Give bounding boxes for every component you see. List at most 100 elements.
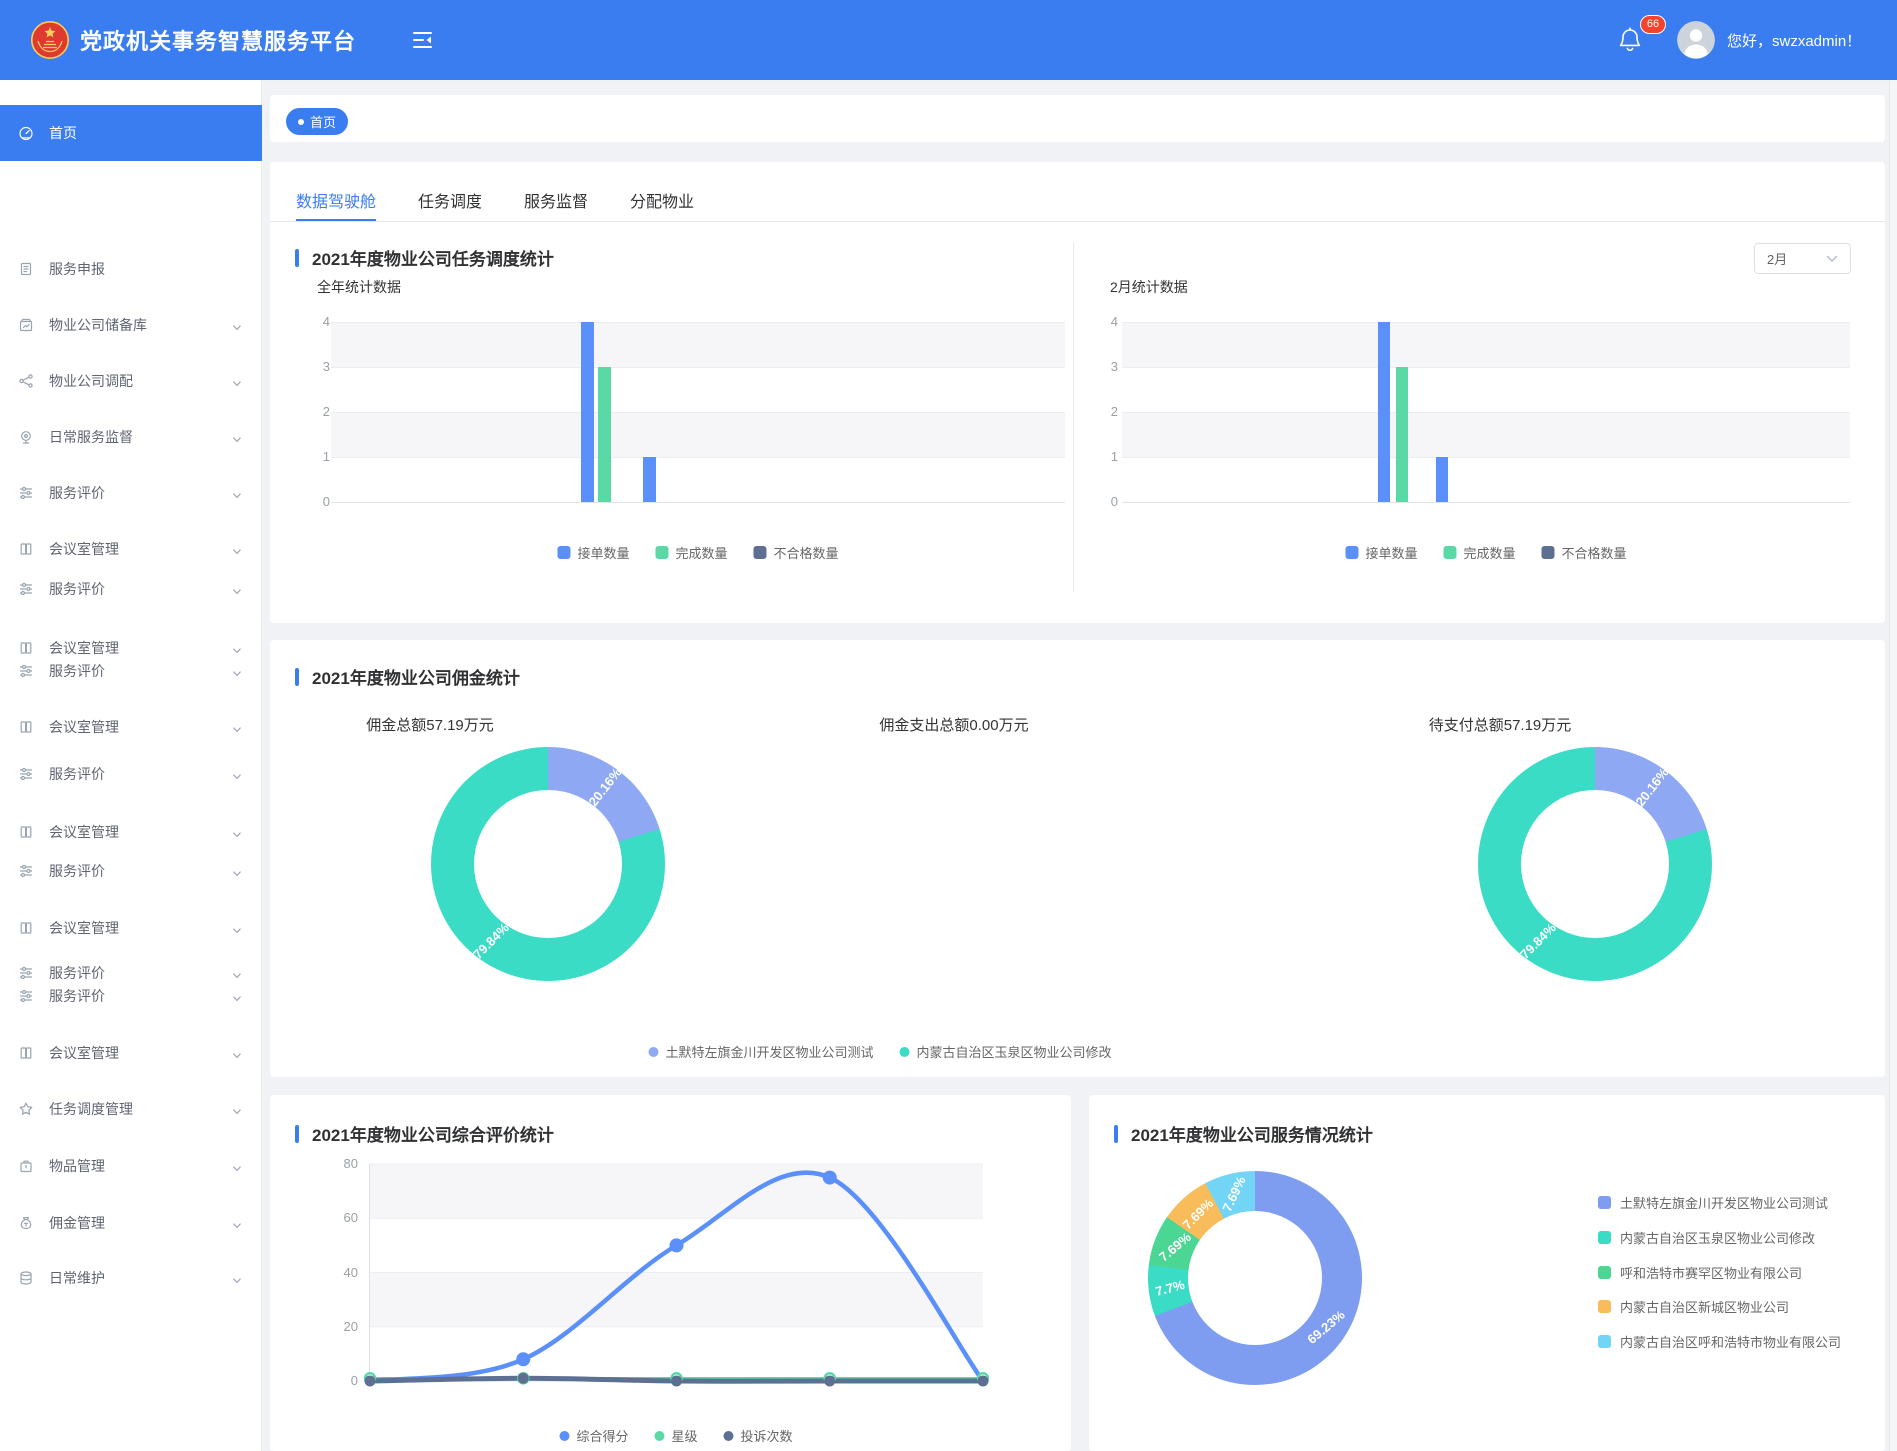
national-emblem-logo bbox=[30, 20, 70, 60]
y-axis-tick: 1 bbox=[1084, 449, 1118, 464]
plot-band bbox=[1122, 412, 1850, 457]
sidebar-item-任务调度管理-18[interactable]: 任务调度管理 bbox=[0, 1091, 262, 1127]
legend-item[interactable]: 综合得分 bbox=[559, 1426, 628, 1445]
gauge-icon bbox=[18, 125, 34, 141]
month-select-value: 2月 bbox=[1767, 249, 1787, 268]
notification-bell-icon[interactable] bbox=[1618, 26, 1642, 54]
y-axis-tick: 40 bbox=[324, 1265, 358, 1280]
sidebar-item-物业公司调配-3[interactable]: 物业公司调配 bbox=[0, 363, 262, 399]
sidebar-item-会议室管理-14[interactable]: 会议室管理 bbox=[0, 910, 262, 946]
bar-完成数量 bbox=[1396, 367, 1408, 502]
plot-band bbox=[331, 412, 1065, 457]
doc-icon bbox=[18, 261, 34, 277]
legend-item[interactable]: 投诉次数 bbox=[724, 1426, 793, 1445]
chart-subtitle-month: 2月统计数据 bbox=[1110, 277, 1188, 297]
sidebar-item-label: 服务评价 bbox=[49, 986, 232, 1006]
month-select[interactable]: 2月 bbox=[1754, 243, 1851, 274]
chevron-down-icon bbox=[232, 584, 242, 594]
legend-item[interactable]: 不合格数量 bbox=[754, 543, 839, 562]
chevron-down-icon bbox=[232, 769, 242, 779]
menu-fold-icon[interactable] bbox=[412, 30, 434, 50]
sidebar-item-日常维护-21[interactable]: 日常维护 bbox=[0, 1260, 262, 1296]
sidebar-item-佣金管理-20[interactable]: 佣金管理 bbox=[0, 1205, 262, 1241]
legend-item[interactable]: 完成数量 bbox=[655, 543, 727, 562]
sidebar-item-服务申报-1[interactable]: 服务申报 bbox=[0, 251, 262, 287]
legend-item[interactable]: 内蒙古自治区呼和浩特市物业有限公司 bbox=[1598, 1332, 1841, 1351]
commission-donut-right-hole bbox=[1521, 790, 1669, 938]
gridline bbox=[1122, 322, 1850, 323]
legend-marker-icon bbox=[655, 546, 668, 559]
gridline bbox=[331, 367, 1065, 368]
breadcrumb[interactable]: 首页 bbox=[286, 108, 348, 135]
app-root: 党政机关事务智慧服务平台 66 您好，swzxadmin！ 首页服务申报物业公 bbox=[0, 0, 1897, 1451]
sidebar-item-物业公司储备库-2[interactable]: 物业公司储备库 bbox=[0, 307, 262, 343]
sidebar-item-label: 任务调度管理 bbox=[49, 1099, 232, 1119]
stat-commission-pending: 待支付总额57.19万元 bbox=[1429, 714, 1572, 735]
chevron-down-icon bbox=[232, 722, 242, 732]
y-axis-tick: 4 bbox=[1084, 314, 1118, 329]
legend-item[interactable]: 土默特左旗金川开发区物业公司测试 bbox=[1598, 1193, 1828, 1212]
plot-band bbox=[331, 322, 1065, 367]
legend-marker-icon bbox=[1598, 1266, 1611, 1279]
legend-item[interactable]: 内蒙古自治区玉泉区物业公司修改 bbox=[1598, 1228, 1815, 1247]
legend-item[interactable]: 土默特左旗金川开发区物业公司测试 bbox=[648, 1042, 873, 1061]
sliders-icon bbox=[18, 863, 34, 879]
sidebar-item-label: 物业公司调配 bbox=[49, 371, 232, 391]
gridline bbox=[331, 322, 1065, 323]
sidebar-item-服务评价-13[interactable]: 服务评价 bbox=[0, 853, 262, 889]
gridline bbox=[1122, 502, 1850, 503]
legend-item[interactable]: 接单数量 bbox=[1345, 543, 1417, 562]
commission-legend: 土默特左旗金川开发区物业公司测试 内蒙古自治区玉泉区物业公司修改 bbox=[648, 1042, 1111, 1061]
y-axis-tick: 2 bbox=[296, 404, 330, 419]
legend-item[interactable]: 内蒙古自治区玉泉区物业公司修改 bbox=[900, 1042, 1112, 1061]
sidebar-item-服务评价-11[interactable]: 服务评价 bbox=[0, 756, 262, 792]
user-avatar[interactable] bbox=[1677, 21, 1715, 59]
sidebar-item-服务评价-9[interactable]: 服务评价 bbox=[0, 653, 262, 689]
scrollbar-track[interactable] bbox=[1889, 80, 1897, 1451]
chevron-down-icon bbox=[232, 1104, 242, 1114]
tab-数据驾驶舱[interactable]: 数据驾驶舱 bbox=[296, 178, 376, 221]
y-axis-tick: 80 bbox=[324, 1156, 358, 1171]
sidebar-nav: 首页服务申报物业公司储备库物业公司调配日常服务监督服务评价会议室管理服务评价会议… bbox=[0, 80, 262, 1451]
legend-item[interactable]: 接单数量 bbox=[557, 543, 629, 562]
tab-bar-divider bbox=[270, 221, 1885, 222]
notification-badge: 66 bbox=[1640, 15, 1666, 34]
legend-item[interactable]: 呼和浩特市赛罕区物业有限公司 bbox=[1598, 1263, 1802, 1282]
legend-label: 投诉次数 bbox=[741, 1426, 793, 1445]
sidebar-item-日常服务监督-4[interactable]: 日常服务监督 bbox=[0, 419, 262, 455]
sidebar-item-label: 服务评价 bbox=[49, 483, 232, 503]
tab-分配物业[interactable]: 分配物业 bbox=[630, 178, 694, 221]
y-axis-tick: 2 bbox=[1084, 404, 1118, 419]
moneybag-icon bbox=[18, 1215, 34, 1231]
sidebar-item-物品管理-19[interactable]: 物品管理 bbox=[0, 1148, 262, 1184]
legend-marker-icon bbox=[654, 1431, 664, 1441]
legend-item[interactable]: 星级 bbox=[654, 1426, 697, 1445]
title-accent-bar bbox=[295, 1125, 299, 1143]
bar-接单数量 bbox=[581, 322, 594, 502]
app-title: 党政机关事务智慧服务平台 bbox=[80, 0, 356, 80]
legend-item[interactable]: 完成数量 bbox=[1443, 543, 1515, 562]
legend-item[interactable]: 不合格数量 bbox=[1542, 543, 1627, 562]
sidebar-item-会议室管理-6[interactable]: 会议室管理 bbox=[0, 531, 262, 567]
sidebar-item-服务评价-7[interactable]: 服务评价 bbox=[0, 571, 262, 607]
sidebar-item-会议室管理-10[interactable]: 会议室管理 bbox=[0, 709, 262, 745]
bar-完成数量 bbox=[598, 367, 611, 502]
sidebar-item-会议室管理-12[interactable]: 会议室管理 bbox=[0, 814, 262, 850]
breadcrumb-label: 首页 bbox=[310, 112, 336, 131]
tab-服务监督[interactable]: 服务监督 bbox=[524, 178, 588, 221]
y-axis-tick: 0 bbox=[324, 1373, 358, 1388]
commission-donut-left-hole bbox=[474, 790, 622, 938]
sidebar-item-会议室管理-17[interactable]: 会议室管理 bbox=[0, 1035, 262, 1071]
y-axis-tick: 4 bbox=[296, 314, 330, 329]
sidebar-item-label: 服务评价 bbox=[49, 764, 232, 784]
chevron-down-icon bbox=[232, 827, 242, 837]
sliders-icon bbox=[18, 988, 34, 1004]
sidebar-item-服务评价-5[interactable]: 服务评价 bbox=[0, 475, 262, 511]
legend-label: 内蒙古自治区玉泉区物业公司修改 bbox=[1620, 1228, 1815, 1247]
tab-任务调度[interactable]: 任务调度 bbox=[418, 178, 482, 221]
sidebar-item-label: 会议室管理 bbox=[49, 717, 232, 737]
sliders-icon bbox=[18, 581, 34, 597]
legend-item[interactable]: 内蒙古自治区新城区物业公司 bbox=[1598, 1297, 1789, 1316]
sidebar-item-服务评价-16[interactable]: 服务评价 bbox=[0, 978, 262, 1014]
sidebar-item-首页-0[interactable]: 首页 bbox=[0, 105, 262, 161]
